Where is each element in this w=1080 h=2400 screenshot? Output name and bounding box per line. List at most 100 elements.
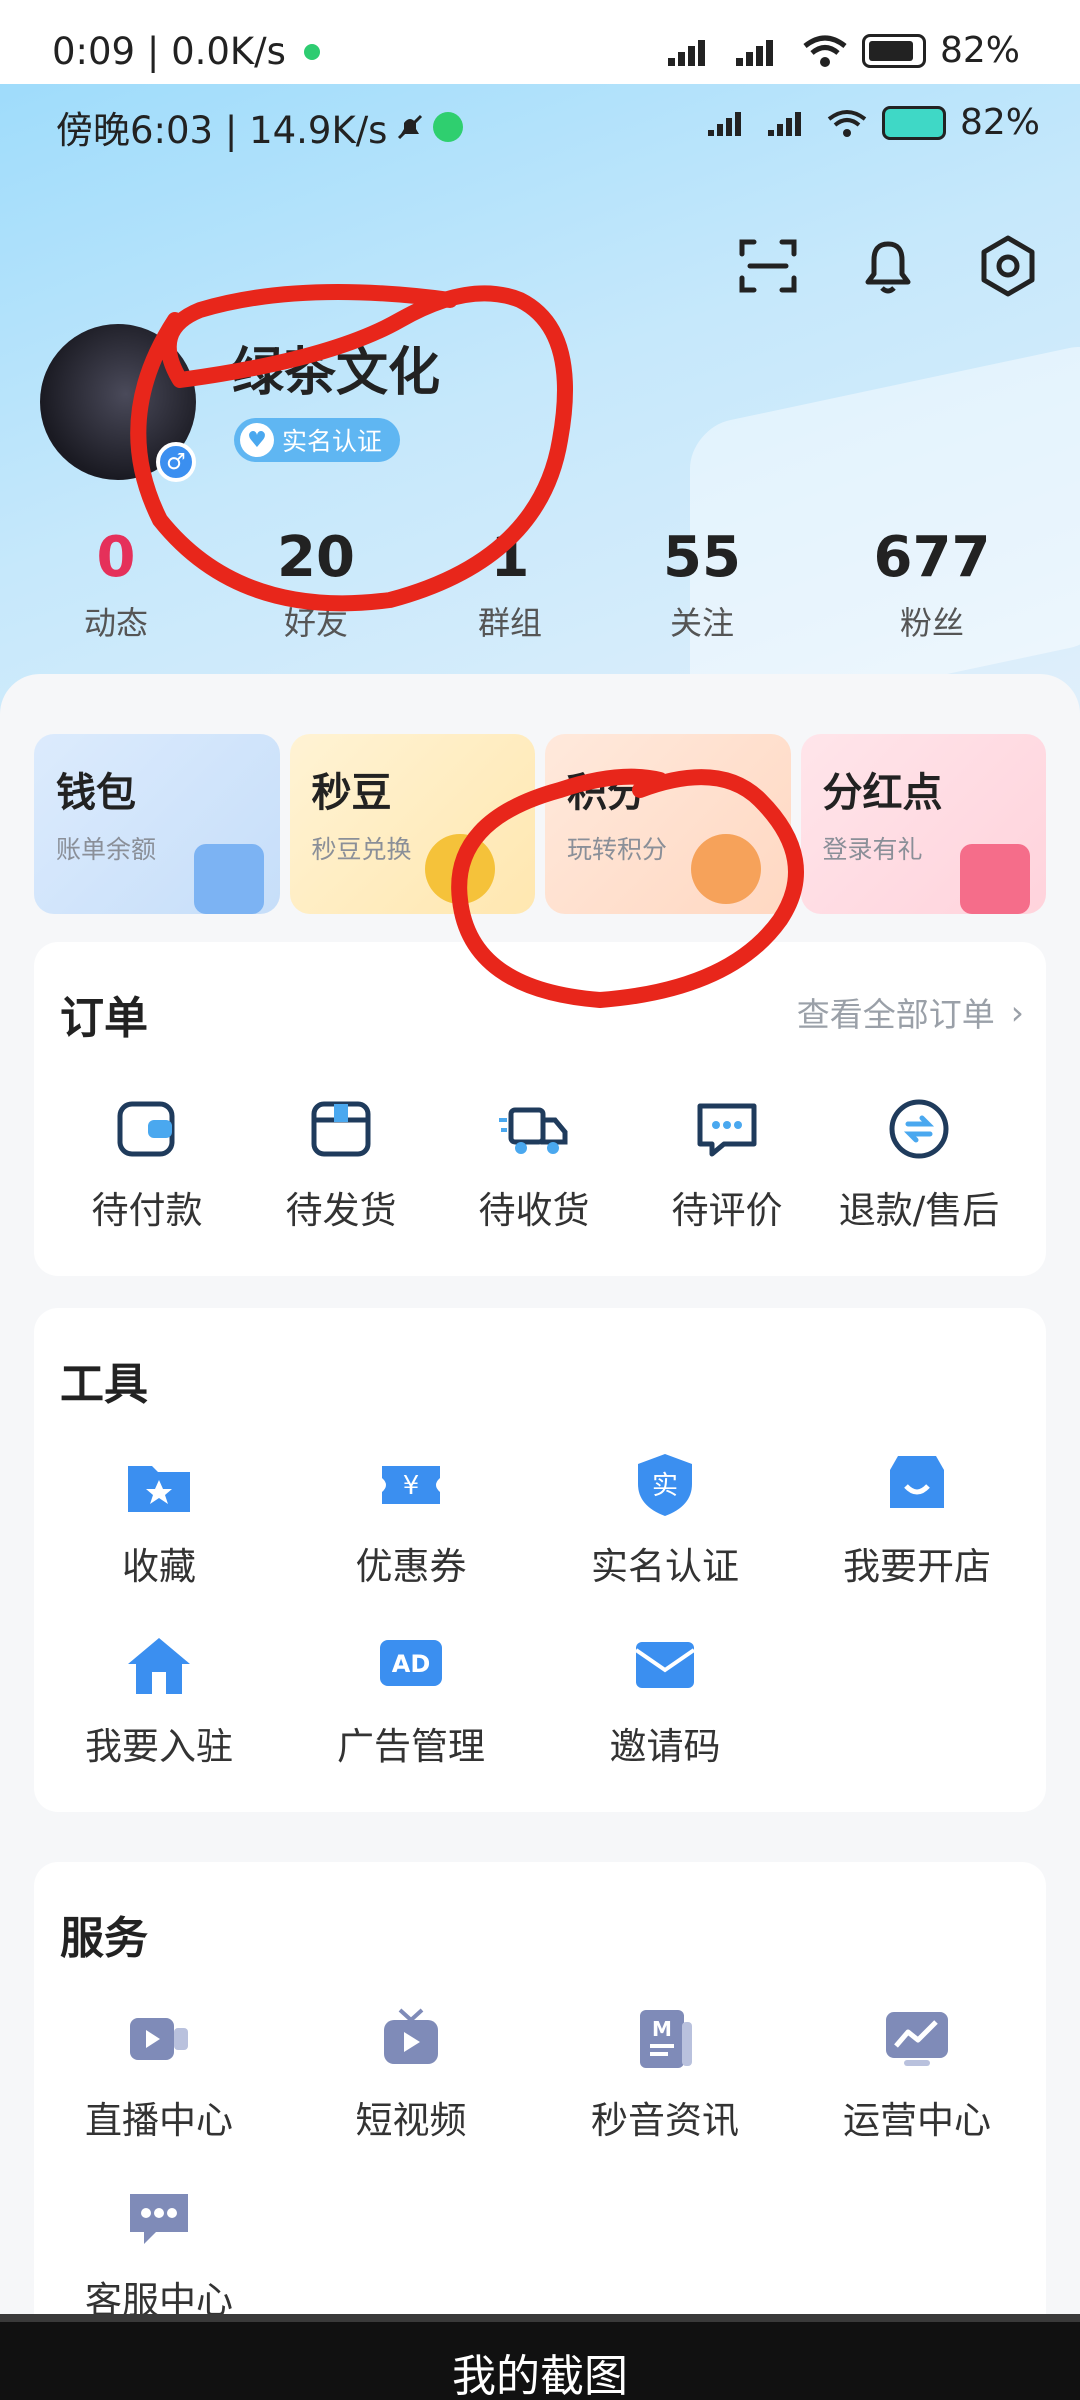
points-tile[interactable]: 积分 玩转积分 bbox=[545, 734, 791, 914]
signal-icon bbox=[667, 39, 705, 66]
wallet-tile[interactable]: 钱包 账单余额 bbox=[34, 734, 280, 914]
mute-bell-icon bbox=[398, 114, 423, 140]
shop-icon bbox=[890, 1456, 944, 1508]
customer-service-icon bbox=[130, 2194, 188, 2244]
notification-bell-icon[interactable] bbox=[856, 234, 920, 298]
view-all-orders-link[interactable]: 查看全部订单 › bbox=[797, 988, 1024, 1036]
verified-badge-label: 实名认证 bbox=[282, 427, 383, 456]
order-label: 退款/售后 bbox=[838, 1189, 1000, 1232]
refund-icon bbox=[889, 1099, 949, 1159]
coin-illustration-icon bbox=[690, 834, 761, 904]
phone-screen: 傍晚6:03 | 14.9K/s 82% ♂ 绿茶文化 ♥ 实名认证 0 动态 … bbox=[0, 84, 1080, 2314]
battery-icon bbox=[861, 33, 926, 68]
comment-icon bbox=[697, 1103, 757, 1157]
signal-icon bbox=[707, 111, 741, 136]
settings-gear-icon[interactable] bbox=[976, 234, 1040, 298]
news-doc-icon: M bbox=[640, 2010, 692, 2068]
stat-groups[interactable]: 1 群组 bbox=[430, 524, 590, 644]
chevron-right-icon: › bbox=[1010, 992, 1024, 1032]
svg-text:¥: ¥ bbox=[403, 1471, 420, 1501]
tool-settle-in[interactable]: 我要入驻 bbox=[34, 1628, 284, 1770]
tool-favorites[interactable]: 收藏 bbox=[34, 1448, 284, 1590]
service-live[interactable]: 直播中心 bbox=[34, 2002, 284, 2144]
favorite-folder-icon bbox=[128, 1466, 190, 1512]
invite-mail-icon bbox=[634, 1642, 696, 1688]
gift-illustration-icon bbox=[960, 844, 1030, 914]
outer-status-bar: 0:09 | 0.0K/s 82% bbox=[0, 0, 1080, 84]
analytics-icon bbox=[886, 2012, 948, 2066]
caption-text: 我的截图 bbox=[452, 2351, 628, 2400]
verified-badge[interactable]: ♥ 实名认证 bbox=[234, 418, 401, 462]
caption-bar: 我的截图 bbox=[0, 2314, 1080, 2400]
stat-label: 群组 bbox=[477, 604, 542, 642]
service-label: 运营中心 bbox=[843, 2099, 991, 2142]
tile-subtitle: 秒豆兑换 bbox=[311, 835, 412, 864]
order-refund[interactable]: 退款/售后 bbox=[794, 1092, 1044, 1234]
tool-invite-code[interactable]: 邀请码 bbox=[540, 1628, 790, 1770]
outer-status-left: 0:09 | 0.0K/s bbox=[52, 30, 320, 73]
stat-value: 1 bbox=[490, 525, 530, 590]
miaodou-tile[interactable]: 秒豆 秒豆兑换 bbox=[289, 734, 535, 914]
tile-title: 秒豆 bbox=[311, 770, 392, 816]
truck-icon bbox=[499, 1107, 568, 1154]
service-operations[interactable]: 运营中心 bbox=[792, 2002, 1042, 2144]
tool-open-shop[interactable]: 我要开店 bbox=[792, 1448, 1042, 1590]
package-icon bbox=[311, 1101, 371, 1157]
tool-label: 我要开店 bbox=[843, 1545, 991, 1588]
inner-status-time: 傍晚6:03 | 14.9K/s bbox=[56, 109, 388, 152]
tool-label: 实名认证 bbox=[591, 1545, 739, 1588]
signal-icon bbox=[735, 39, 773, 66]
tool-label: 广告管理 bbox=[337, 1725, 485, 1768]
verify-shield-icon: 实 bbox=[638, 1454, 692, 1516]
stat-friends[interactable]: 20 好友 bbox=[236, 524, 396, 644]
battery-icon bbox=[881, 105, 946, 140]
service-label: 客服中心 bbox=[85, 2279, 233, 2314]
signal-icon bbox=[767, 111, 801, 136]
wifi-icon bbox=[803, 35, 847, 67]
tool-ad-management[interactable]: AD 广告管理 bbox=[286, 1628, 536, 1770]
male-gender-icon: ♂ bbox=[156, 442, 196, 482]
wallet-illustration-icon bbox=[193, 844, 264, 914]
service-news[interactable]: M 秒音资讯 bbox=[540, 2002, 790, 2144]
outer-status-time: 0:09 | 0.0K/s bbox=[52, 30, 286, 73]
tile-title: 积分 bbox=[567, 770, 647, 816]
orders-title: 订单 bbox=[60, 993, 148, 1044]
dividend-tile[interactable]: 分红点 登录有礼 bbox=[800, 734, 1046, 914]
tools-card: 工具 收藏 ¥ 优惠券 实 实名认证 我要开店 我要入驻 AD 广告管理 邀请码 bbox=[34, 1308, 1046, 1812]
wifi-icon bbox=[827, 109, 867, 137]
stat-label: 关注 bbox=[669, 604, 734, 642]
live-camera-icon bbox=[130, 2018, 188, 2060]
coupon-icon: ¥ bbox=[382, 1466, 440, 1504]
service-label: 短视频 bbox=[355, 2099, 467, 2142]
ad-icon: AD bbox=[380, 1640, 442, 1686]
tool-label: 邀请码 bbox=[609, 1725, 721, 1768]
username: 绿茶文化 bbox=[232, 343, 441, 403]
services-title: 服务 bbox=[60, 1913, 148, 1964]
stat-fans[interactable]: 677 粉丝 bbox=[852, 524, 1012, 644]
stat-posts[interactable]: 0 动态 bbox=[36, 524, 196, 644]
stat-value: 55 bbox=[663, 525, 741, 590]
short-video-icon bbox=[384, 2008, 438, 2064]
tile-title: 分红点 bbox=[822, 770, 943, 816]
stat-value: 0 bbox=[96, 525, 136, 590]
service-label: 直播中心 bbox=[85, 2099, 233, 2142]
tool-label: 我要入驻 bbox=[85, 1725, 233, 1768]
stat-following[interactable]: 55 关注 bbox=[622, 524, 782, 644]
verified-heart-icon: ♥ bbox=[240, 423, 274, 457]
view-all-orders-label: 查看全部订单 bbox=[796, 995, 995, 1034]
tool-coupons[interactable]: ¥ 优惠券 bbox=[286, 1448, 536, 1590]
outer-status-right: 82% bbox=[666, 30, 1020, 71]
feature-tiles: 钱包 账单余额 秒豆 秒豆兑换 积分 玩转积分 分红点 登录有礼 bbox=[34, 734, 1046, 914]
recording-dot-icon bbox=[303, 43, 320, 60]
service-short-video[interactable]: 短视频 bbox=[286, 2002, 536, 2144]
services-card: 服务 直播中心 短视频 M 秒音资讯 运营中心 客服中心 bbox=[34, 1862, 1046, 2314]
stat-label: 粉丝 bbox=[899, 604, 964, 642]
service-customer-service[interactable]: 客服中心 bbox=[34, 2182, 284, 2314]
orders-card: 订单 查看全部订单 › 待付款 待发货 待收货 待评价 退款/售后 bbox=[34, 942, 1046, 1276]
tool-real-name[interactable]: 实 实名认证 bbox=[540, 1448, 790, 1590]
house-icon bbox=[128, 1638, 190, 1694]
scan-icon[interactable] bbox=[736, 234, 800, 298]
stat-value: 677 bbox=[873, 525, 991, 590]
tools-title: 工具 bbox=[60, 1359, 148, 1410]
svg-text:AD: AD bbox=[392, 1650, 431, 1678]
